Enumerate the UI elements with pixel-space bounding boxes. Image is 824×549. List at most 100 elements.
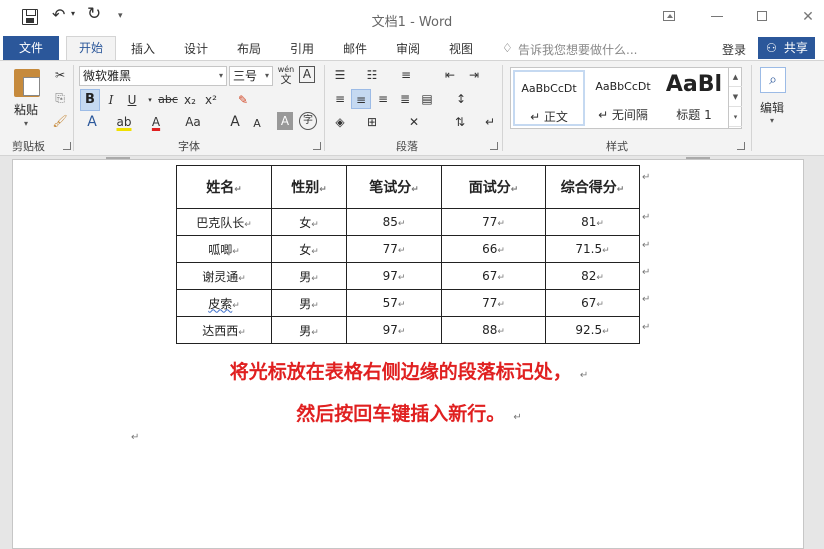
bold-button[interactable]: B — [80, 89, 100, 111]
align-left-icon[interactable]: ≡ — [330, 89, 350, 109]
score-table[interactable]: 姓名↵ 性别↵ 笔试分↵ 面试分↵ 综合得分↵ 巴克队长↵ 女↵ 85↵ 77↵… — [176, 165, 640, 344]
borders-icon[interactable]: ⊞ — [362, 112, 382, 132]
table-cell[interactable]: 男↵ — [271, 316, 347, 344]
scroll-up-icon[interactable]: ▲ — [729, 67, 742, 87]
table-cell[interactable]: 67↵ — [545, 289, 640, 317]
paste-icon[interactable] — [14, 69, 40, 97]
grow-font-button[interactable]: A — [225, 112, 245, 132]
header-cell[interactable]: 面试分↵ — [441, 165, 546, 209]
style-no-spacing[interactable]: AaBbCcDt ↵ 无间隔 — [587, 70, 659, 126]
share-button[interactable]: ⚇ 共享 — [758, 37, 815, 59]
table-cell[interactable]: 82↵ — [545, 262, 640, 290]
table-cell[interactable]: 66↵ — [441, 235, 546, 263]
minimize-icon[interactable] — [711, 16, 723, 17]
table-cell[interactable]: 男↵ — [271, 262, 347, 290]
table-cell[interactable]: 92.5↵ — [545, 316, 640, 344]
subscript-button[interactable]: x₂ — [180, 90, 200, 110]
multilevel-list-icon[interactable]: ≡ — [396, 65, 416, 85]
underline-button[interactable]: U — [122, 90, 142, 110]
table-cell[interactable]: 达西西↵ — [176, 316, 272, 344]
align-right-icon[interactable]: ≡ — [373, 89, 393, 109]
strikethrough-button[interactable]: abc — [156, 90, 180, 110]
header-cell[interactable]: 性别↵ — [271, 165, 347, 209]
sort-icon[interactable]: ⇅ — [450, 112, 470, 132]
increase-indent-icon[interactable]: ⇥ — [464, 65, 484, 85]
tab-mailings[interactable]: 邮件 — [343, 40, 367, 57]
justify-icon[interactable]: ≣ — [395, 89, 415, 109]
paste-button[interactable]: 粘贴 — [14, 101, 38, 118]
header-cell[interactable]: 综合得分↵ — [545, 165, 640, 209]
shading-icon[interactable]: ◈ — [330, 112, 350, 132]
style-normal[interactable]: AaBbCcDt ↵ 正文 — [513, 70, 585, 126]
maximize-icon[interactable] — [757, 11, 767, 21]
header-cell[interactable]: 姓名↵ — [176, 165, 272, 209]
table-cell[interactable]: 85↵ — [346, 208, 442, 236]
font-size-select[interactable]: 三号 ▾ — [229, 66, 273, 86]
change-case-button[interactable]: Aa — [181, 112, 205, 132]
tab-file[interactable]: 文件 — [3, 36, 59, 60]
more-styles-icon[interactable]: ▾ — [729, 107, 742, 127]
tab-references[interactable]: 引用 — [290, 40, 314, 57]
tab-insert[interactable]: 插入 — [131, 40, 155, 57]
clear-formatting-icon[interactable]: ✎ — [233, 90, 253, 110]
superscript-button[interactable]: x² — [201, 90, 221, 110]
table-cell[interactable]: 71.5↵ — [545, 235, 640, 263]
close-icon[interactable]: ✕ — [793, 6, 823, 28]
line-spacing-icon[interactable]: ↕ — [451, 89, 471, 109]
table-cell[interactable]: 男↵ — [271, 289, 347, 317]
tab-design[interactable]: 设计 — [184, 40, 208, 57]
search-icon[interactable]: ⌕ — [760, 67, 786, 93]
tab-home[interactable]: 开始 — [66, 36, 116, 61]
decrease-indent-icon[interactable]: ⇤ — [440, 65, 460, 85]
copy-icon[interactable]: ⎘ — [50, 88, 70, 108]
editing-dropdown-icon[interactable]: ▾ — [770, 116, 774, 125]
document-page[interactable]: 姓名↵ 性别↵ 笔试分↵ 面试分↵ 综合得分↵ 巴克队长↵ 女↵ 85↵ 77↵… — [12, 159, 804, 549]
style-heading-1[interactable]: AaBl 标题 1 — [661, 70, 727, 126]
table-cell[interactable]: 77↵ — [441, 289, 546, 317]
table-cell[interactable]: 88↵ — [441, 316, 546, 344]
table-cell[interactable]: 97↵ — [346, 262, 442, 290]
table-cell[interactable]: 77↵ — [346, 235, 442, 263]
font-name-select[interactable]: 微软雅黑 ▾ — [79, 66, 227, 86]
distributed-icon[interactable]: ▤ — [417, 89, 437, 109]
table-cell[interactable]: 81↵ — [545, 208, 640, 236]
font-color-button[interactable]: A — [146, 112, 166, 132]
format-painter-icon[interactable]: 🖌 — [50, 111, 70, 131]
editing-button[interactable]: 编辑 — [760, 99, 784, 116]
styles-launcher-icon[interactable] — [737, 142, 745, 150]
header-cell[interactable]: 笔试分↵ — [346, 165, 442, 209]
asian-layout-icon[interactable]: ✕ — [404, 112, 424, 132]
clipboard-launcher-icon[interactable] — [63, 142, 71, 150]
table-cell[interactable]: 呱唧↵ — [176, 235, 272, 263]
font-launcher-icon[interactable] — [313, 142, 321, 150]
numbering-icon[interactable]: ☷ — [362, 65, 382, 85]
italic-button[interactable]: I — [101, 90, 121, 110]
bullets-icon[interactable]: ☰ — [330, 65, 350, 85]
table-cell[interactable]: 女↵ — [271, 208, 347, 236]
phonetic-guide-icon[interactable]: wén 文 — [276, 65, 296, 85]
scroll-down-icon[interactable]: ▼ — [729, 87, 742, 107]
cut-icon[interactable]: ✂ — [50, 65, 70, 85]
ribbon-display-options-icon[interactable] — [663, 11, 675, 21]
table-cell[interactable]: 57↵ — [346, 289, 442, 317]
paste-dropdown-icon[interactable]: ▾ — [24, 119, 28, 128]
paragraph-launcher-icon[interactable] — [490, 142, 498, 150]
character-shading-button[interactable]: A — [277, 112, 293, 130]
styles-scroll[interactable]: ▲ ▼ ▾ — [728, 67, 742, 129]
show-hide-marks-icon[interactable]: ↵ — [480, 112, 500, 132]
highlight-button[interactable]: ab — [114, 112, 134, 132]
table-cell[interactable]: 77↵ — [441, 208, 546, 236]
table-cell[interactable]: 97↵ — [346, 316, 442, 344]
table-cell[interactable]: 67↵ — [441, 262, 546, 290]
sign-in-link[interactable]: 登录 — [722, 41, 746, 58]
table-cell[interactable]: 谢灵通↵ — [176, 262, 272, 290]
text-effects-button[interactable]: A — [82, 112, 102, 132]
character-border-icon[interactable]: A — [299, 66, 315, 83]
tab-layout[interactable]: 布局 — [237, 40, 261, 57]
shrink-font-button[interactable]: A — [247, 114, 267, 134]
tab-view[interactable]: 视图 — [449, 40, 473, 57]
enclose-characters-button[interactable]: 字 — [299, 112, 317, 130]
table-cell[interactable]: 巴克队长↵ — [176, 208, 272, 236]
tell-me-input[interactable]: 告诉我您想要做什么... — [518, 41, 637, 58]
table-cell[interactable]: 女↵ — [271, 235, 347, 263]
